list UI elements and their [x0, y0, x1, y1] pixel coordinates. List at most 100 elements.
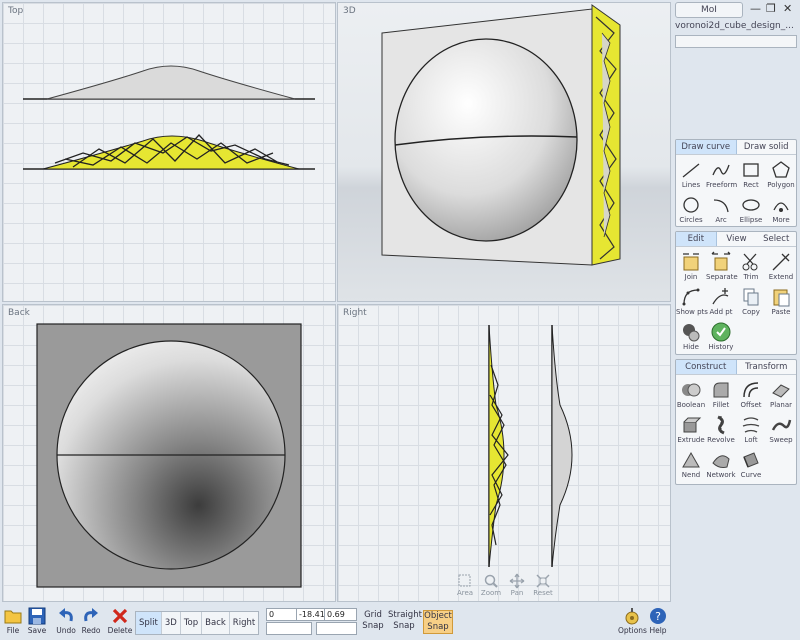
draw-palette-tabs: Draw curve Draw solid — [676, 140, 796, 155]
viewport-label: Right — [343, 308, 367, 318]
network-icon — [712, 455, 730, 468]
arc-icon — [713, 199, 729, 213]
command-input[interactable] — [675, 35, 797, 48]
extend-tool[interactable]: Extend — [766, 249, 796, 284]
view-split-button[interactable]: Split — [136, 612, 162, 634]
viewport-label: Top — [8, 6, 24, 16]
options-button[interactable]: Options — [618, 606, 647, 635]
coord-y-field[interactable]: -18.41 — [296, 608, 326, 621]
tab-select[interactable]: Select — [756, 232, 796, 246]
show-points-tool[interactable]: Show pts — [676, 284, 708, 319]
view-back-button[interactable]: Back — [202, 612, 230, 634]
view-right-button[interactable]: Right — [230, 612, 258, 634]
nav-control-label: Zoom — [480, 589, 502, 597]
rect-tool[interactable]: Rect — [736, 157, 766, 192]
coord-z-field[interactable]: 0.69 — [324, 608, 357, 621]
freeform-tool[interactable]: Freeform — [706, 157, 737, 192]
button-label: Delete — [107, 626, 133, 635]
tab-draw-solid[interactable]: Draw solid — [737, 140, 797, 154]
trim-icon — [742, 253, 758, 271]
close-icon[interactable]: ✕ — [783, 2, 792, 15]
tab-edit[interactable]: Edit — [676, 232, 717, 246]
nav-control-area[interactable]: Area — [454, 573, 476, 597]
nav-control-zoom[interactable]: Zoom — [480, 573, 502, 597]
tool-label: Curve — [740, 471, 762, 479]
revolve-tool[interactable]: Revolve — [706, 412, 736, 447]
zoom-icon — [484, 574, 498, 588]
draw-palette: Draw curve Draw solid Lines Freeform Rec… — [675, 139, 797, 227]
minimize-icon[interactable]: — — [750, 2, 761, 15]
pan-icon — [509, 573, 525, 589]
tab-draw-curve[interactable]: Draw curve — [676, 140, 737, 154]
polygon-tool[interactable]: Polygon — [766, 157, 796, 192]
viewport-label: 3D — [343, 6, 356, 16]
join-tool[interactable]: Join — [676, 249, 706, 284]
straight-snap-toggle[interactable]: Straight Snap — [388, 610, 422, 632]
copy-tool[interactable]: Copy — [736, 284, 766, 319]
tool-label: Extrude — [677, 436, 705, 444]
app-menu-button[interactable]: MoI — [675, 2, 743, 18]
trim-tool[interactable]: Trim — [736, 249, 766, 284]
file-button[interactable]: File — [0, 606, 26, 635]
viewport-right[interactable]: Right Area Zoom Pan Reset — [337, 304, 671, 602]
hide-tool[interactable]: Hide — [676, 319, 706, 354]
save-button[interactable]: Save — [24, 606, 50, 635]
ellipse-tool[interactable]: Ellipse — [736, 192, 766, 227]
perspective-view-geometry — [381, 4, 621, 266]
offset-tool[interactable]: Offset — [736, 377, 766, 412]
add-point-tool[interactable]: Add pt — [706, 284, 736, 319]
planar-tool[interactable]: Planar — [766, 377, 796, 412]
help-icon: ? — [650, 608, 666, 624]
distance-field[interactable] — [266, 622, 312, 635]
nav-control-reset[interactable]: Reset — [532, 573, 554, 597]
viewport-top[interactable]: Top — [2, 2, 336, 302]
construct-palette-tabs: Construct Transform — [676, 360, 796, 375]
redo-button[interactable]: Redo — [78, 606, 104, 635]
viewport-back[interactable]: Back — [2, 304, 336, 602]
extrude-tool[interactable]: Extrude — [676, 412, 706, 447]
button-label: Help — [649, 626, 667, 635]
maximize-icon[interactable]: ❐ — [766, 2, 776, 15]
nav-control-pan[interactable]: Pan — [506, 573, 528, 597]
extrude-icon — [683, 417, 702, 433]
view-top-button[interactable]: Top — [181, 612, 203, 634]
view-3d-button[interactable]: 3D — [162, 612, 181, 634]
top-view-geometry — [23, 65, 315, 170]
tool-label: Fillet — [712, 401, 730, 409]
tab-construct[interactable]: Construct — [676, 360, 737, 374]
loft-tool[interactable]: Loft — [736, 412, 766, 447]
planar-icon — [772, 384, 790, 398]
tab-view[interactable]: View — [717, 232, 757, 246]
construct-palette: Construct Transform Boolean Fillet Offse… — [675, 359, 797, 485]
help-button[interactable]: ? Help — [646, 606, 670, 635]
network-tool[interactable]: Network — [706, 447, 736, 482]
arc-tool[interactable]: Arc — [706, 192, 736, 227]
circles-tool[interactable]: Circles — [676, 192, 706, 227]
sweep-icon — [771, 419, 792, 431]
undo-button[interactable]: Undo — [53, 606, 79, 635]
tool-label: Sweep — [769, 436, 793, 444]
angle-field[interactable] — [316, 622, 357, 635]
network-end-tool[interactable]: Nend — [676, 447, 706, 482]
nav-control-label: Area — [456, 589, 474, 597]
fillet-tool[interactable]: Fillet — [706, 377, 736, 412]
more-tool[interactable]: More — [766, 192, 796, 227]
bottom-toolbar: File Save Undo Redo Delete Split 3D Top … — [0, 604, 672, 640]
grid-snap-toggle[interactable]: Grid Snap — [360, 610, 386, 632]
object-snap-toggle[interactable]: Object Snap — [423, 610, 453, 634]
tool-label: Paste — [771, 308, 791, 316]
viewport-3d[interactable]: 3D — [337, 2, 671, 302]
coord-x-field[interactable]: 0 — [266, 608, 298, 621]
paste-tool[interactable]: Paste — [766, 284, 796, 319]
boolean-tool[interactable]: Boolean — [676, 377, 706, 412]
delete-button[interactable]: Delete — [107, 606, 133, 635]
lines-tool[interactable]: Lines — [676, 157, 706, 192]
separate-tool[interactable]: Separate — [706, 249, 738, 284]
tool-label: Loft — [744, 436, 758, 444]
tool-label: Rect — [743, 181, 759, 189]
history-tool[interactable]: History — [706, 319, 736, 354]
sweep-tool[interactable]: Sweep — [766, 412, 796, 447]
curve-tool[interactable]: Curve — [736, 447, 766, 482]
tool-label: Hide — [683, 343, 699, 351]
tab-transform[interactable]: Transform — [737, 360, 797, 374]
